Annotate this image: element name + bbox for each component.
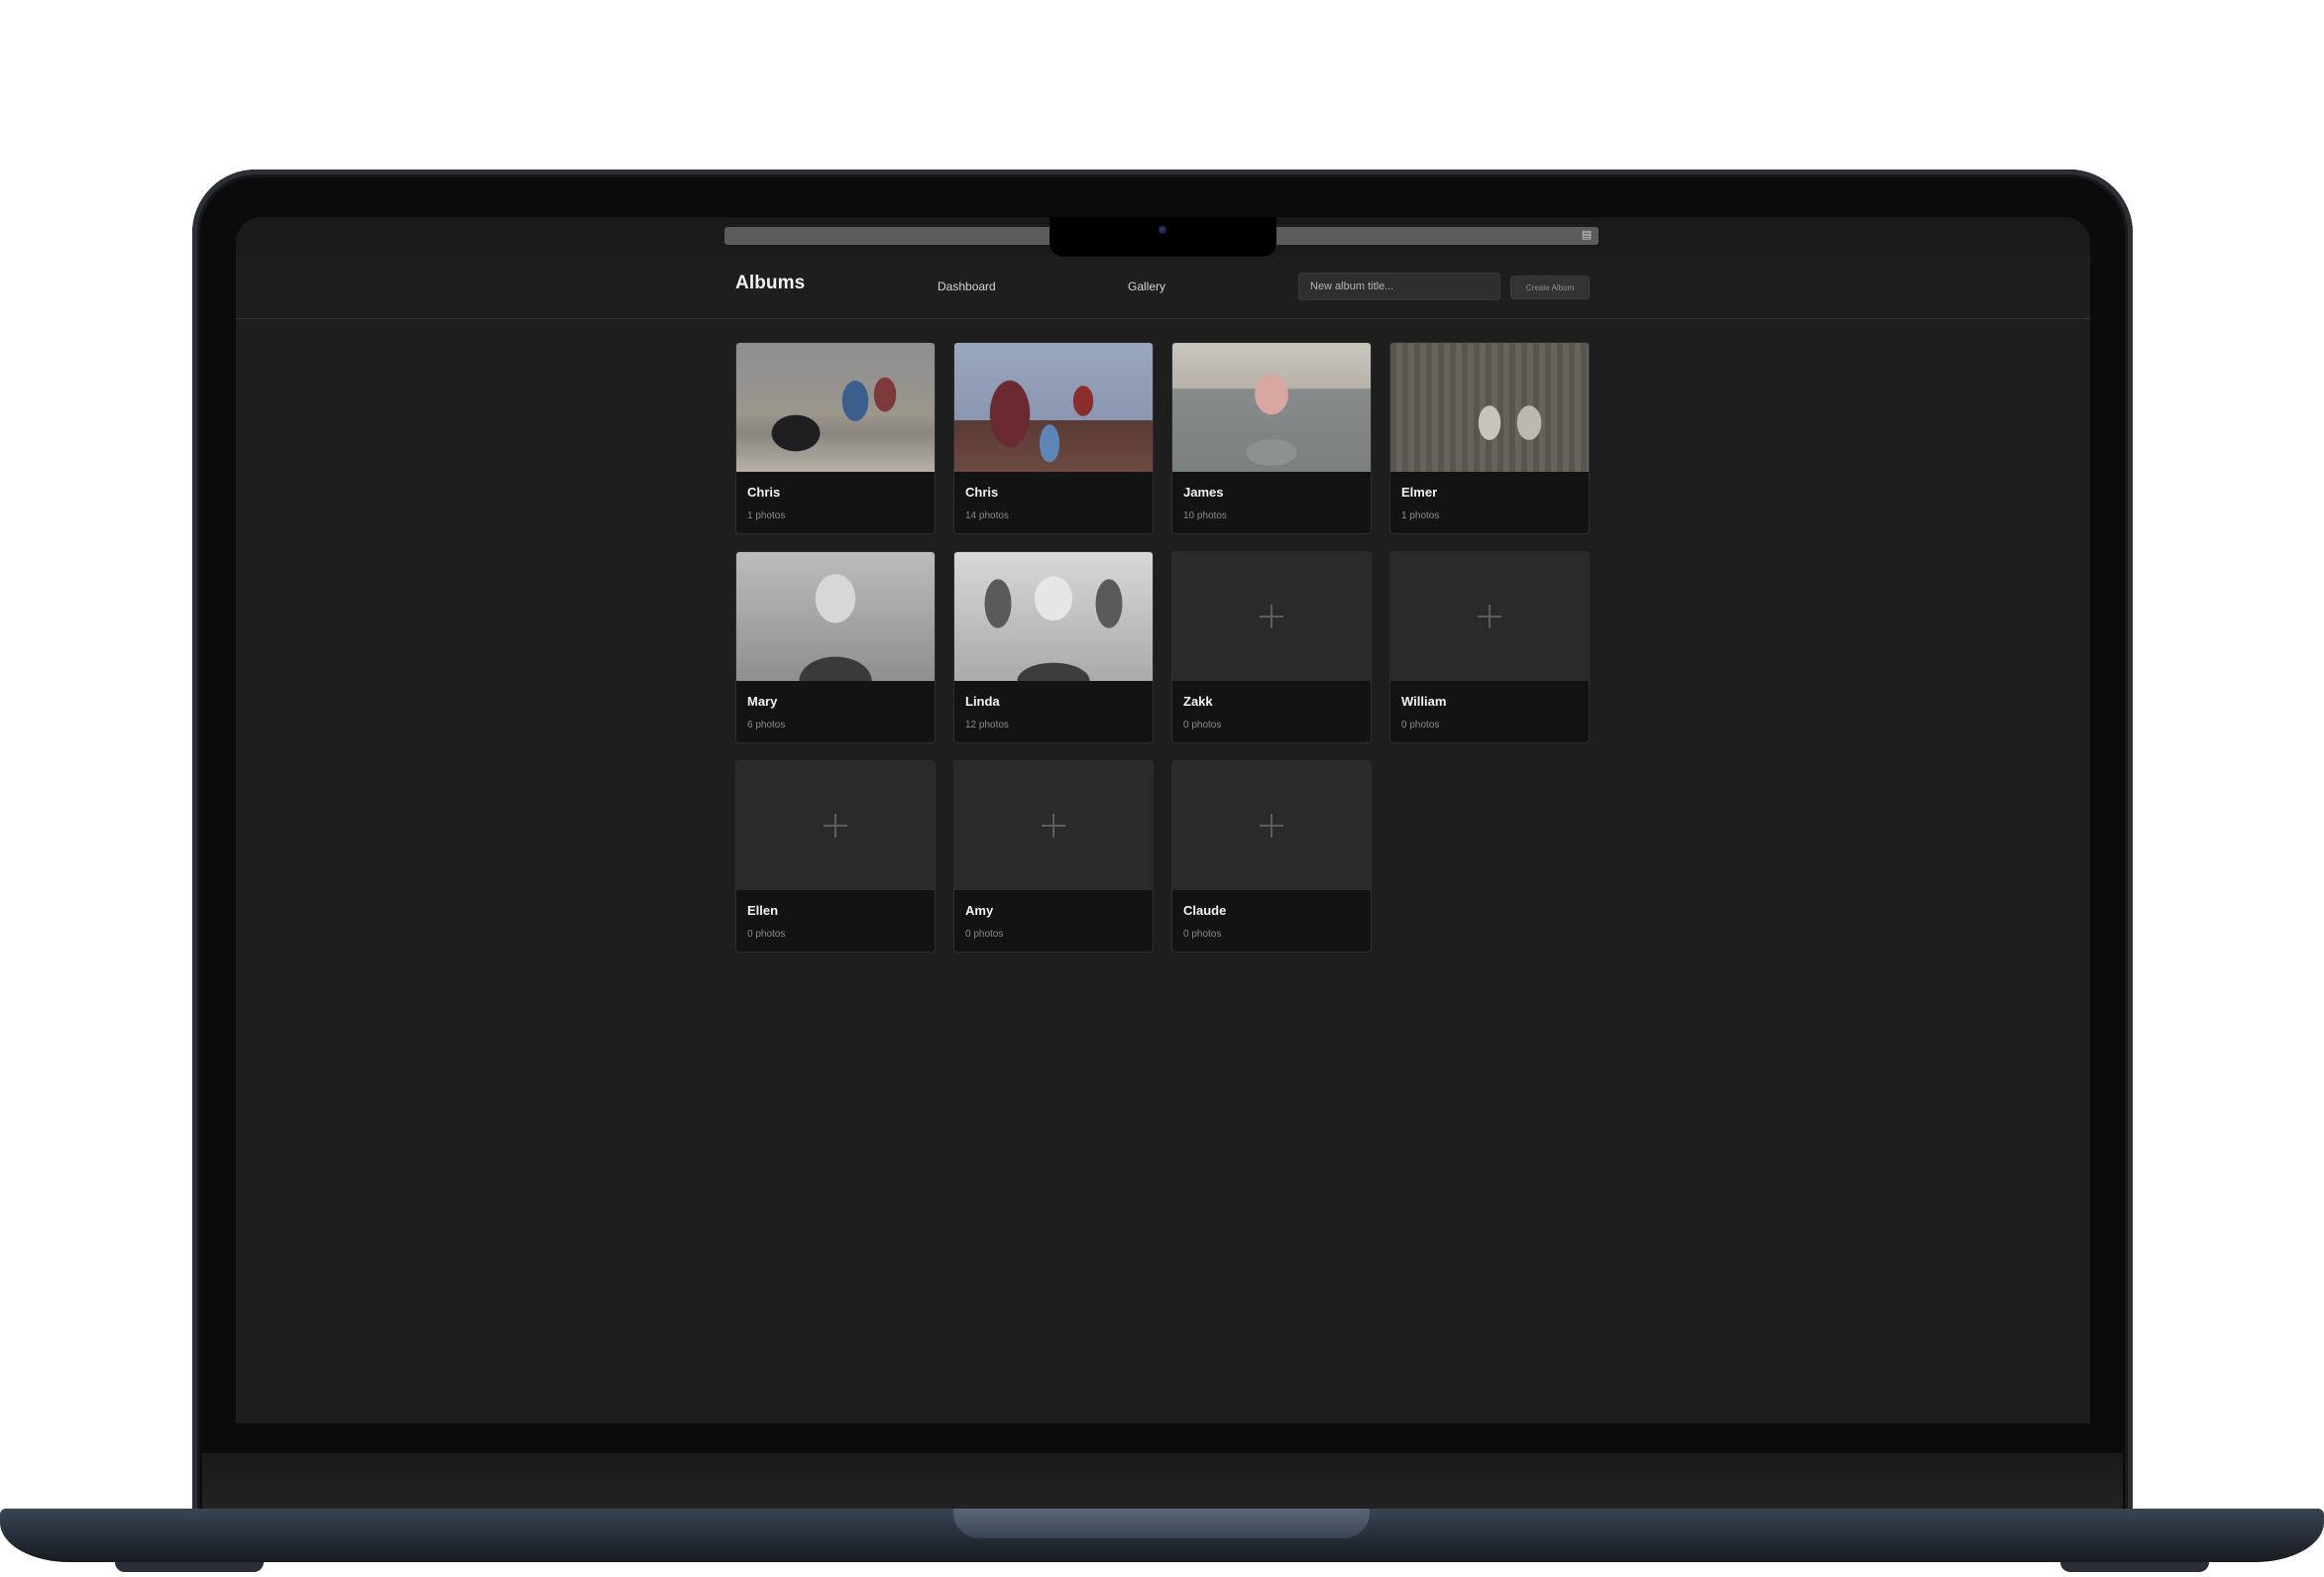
album-empty-cover[interactable] — [1172, 552, 1371, 681]
album-card-ellen[interactable]: Ellen 0 photos — [735, 760, 936, 953]
album-photo-count: 10 photos — [1183, 510, 1227, 521]
app-header: Albums Dashboard Gallery Create Album — [236, 255, 2090, 319]
album-title: Ellen — [747, 903, 779, 918]
album-card-zakk[interactable]: Zakk 0 photos — [1171, 551, 1372, 743]
album-title: Chris — [747, 485, 781, 500]
browser-toolbar: ▤ — [236, 217, 2090, 257]
album-photo-count: 6 photos — [747, 720, 786, 731]
album-card-james[interactable]: James 10 photos — [1171, 342, 1372, 534]
album-empty-cover[interactable] — [954, 761, 1153, 890]
plus-icon[interactable] — [824, 814, 847, 838]
album-cover-photo[interactable] — [736, 552, 935, 681]
album-empty-cover[interactable] — [1390, 552, 1589, 681]
laptop-thumb-notch — [953, 1509, 1370, 1538]
create-album-button[interactable]: Create Album — [1510, 276, 1590, 299]
album-photo-count: 14 photos — [965, 510, 1009, 521]
album-card-claude[interactable]: Claude 0 photos — [1171, 760, 1372, 953]
album-title: Amy — [965, 903, 994, 918]
album-grid: Chris 1 photos Chris 14 photos James 10 … — [735, 342, 1590, 953]
album-title: Elmer — [1401, 485, 1438, 500]
album-photo-count: 0 photos — [965, 929, 1004, 940]
album-cover-photo[interactable] — [954, 552, 1153, 681]
album-photo-count: 12 photos — [965, 720, 1009, 731]
screen: ▤ Albums Dashboard Gallery Create Album … — [236, 217, 2090, 1423]
plus-icon[interactable] — [1260, 814, 1283, 838]
album-card-linda[interactable]: Linda 12 photos — [953, 551, 1154, 743]
album-title: Claude — [1183, 903, 1227, 918]
camera-notch — [1050, 217, 1276, 257]
laptop-foot-left — [115, 1562, 264, 1572]
plus-icon[interactable] — [1478, 605, 1501, 628]
nav-gallery-link[interactable]: Gallery — [1128, 280, 1165, 293]
page-title: Albums — [735, 273, 806, 293]
album-title: James — [1183, 485, 1224, 500]
album-title: Zakk — [1183, 694, 1213, 709]
album-cover-photo[interactable] — [736, 343, 935, 472]
album-photo-count: 0 photos — [1401, 720, 1440, 731]
album-title: Chris — [965, 485, 999, 500]
album-cover-photo[interactable] — [1390, 343, 1589, 472]
album-card-william[interactable]: William 0 photos — [1389, 551, 1590, 743]
album-empty-cover[interactable] — [1172, 761, 1371, 890]
plus-icon[interactable] — [1042, 814, 1065, 838]
album-photo-count: 0 photos — [1183, 929, 1222, 940]
album-card-chris-2[interactable]: Chris 14 photos — [953, 342, 1154, 534]
album-card-amy[interactable]: Amy 0 photos — [953, 760, 1154, 953]
nav-dashboard-link[interactable]: Dashboard — [938, 280, 996, 293]
laptop-bottom-bezel — [202, 1453, 2123, 1509]
album-empty-cover[interactable] — [736, 761, 935, 890]
album-card-elmer[interactable]: Elmer 1 photos — [1389, 342, 1590, 534]
album-title: Linda — [965, 694, 1000, 709]
album-title: Mary — [747, 694, 778, 709]
laptop-foot-right — [2060, 1562, 2209, 1572]
new-album-title-input[interactable] — [1298, 273, 1500, 300]
album-card-mary[interactable]: Mary 6 photos — [735, 551, 936, 743]
album-photo-count: 0 photos — [1183, 720, 1222, 731]
album-photo-count: 1 photos — [747, 510, 786, 521]
album-photo-count: 1 photos — [1401, 510, 1440, 521]
share-icon[interactable]: ▤ — [1581, 229, 1593, 242]
album-cover-photo[interactable] — [1172, 343, 1371, 472]
album-photo-count: 0 photos — [747, 929, 786, 940]
plus-icon[interactable] — [1260, 605, 1283, 628]
camera-icon — [1159, 226, 1166, 234]
album-cover-photo[interactable] — [954, 343, 1153, 472]
album-title: William — [1401, 694, 1447, 709]
album-card-chris[interactable]: Chris 1 photos — [735, 342, 936, 534]
